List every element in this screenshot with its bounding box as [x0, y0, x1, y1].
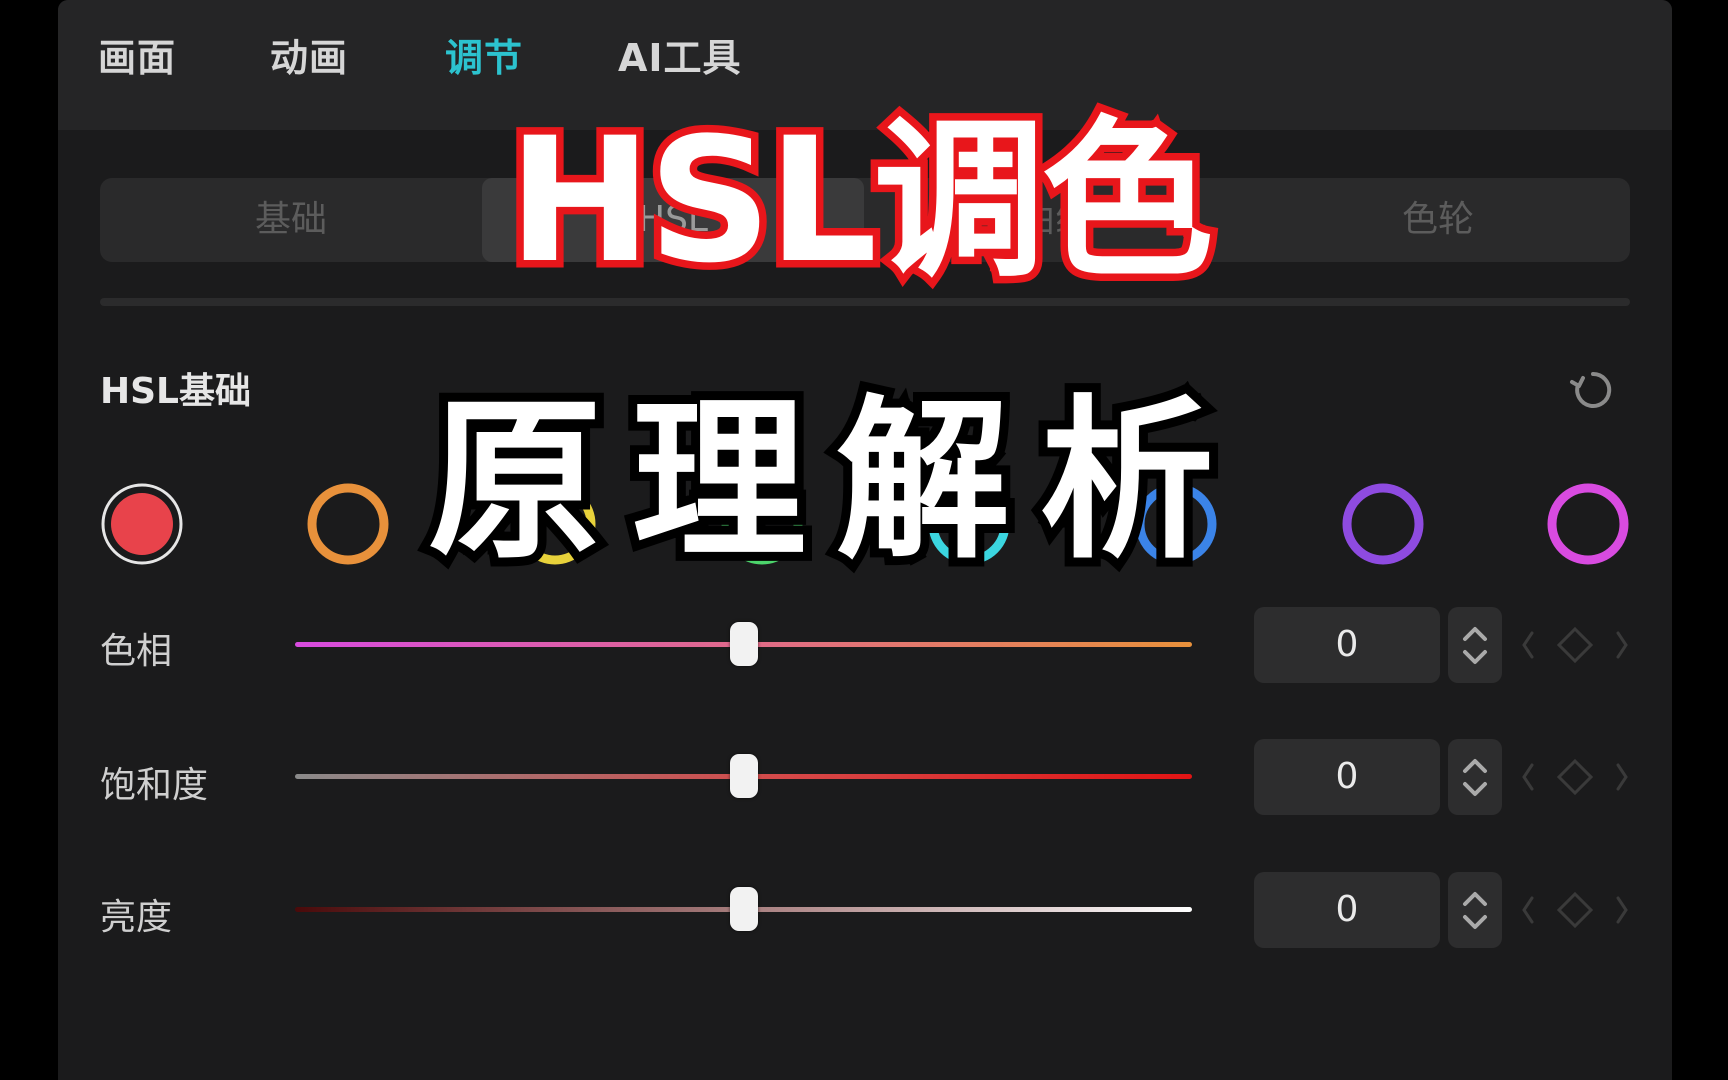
swatch-red[interactable]: [100, 482, 184, 566]
saturation-slider-knob[interactable]: [729, 754, 758, 798]
hue-value-input[interactable]: 0: [1254, 607, 1440, 683]
lightness-label: 亮度: [100, 897, 173, 938]
overlay-subtitle: 原理解析: [419, 373, 1245, 591]
section-title: HSL基础: [100, 371, 251, 412]
hue-keyframe-controls[interactable]: [1520, 625, 1630, 665]
tab-animation[interactable]: 动画: [270, 34, 348, 82]
hue-slider-knob[interactable]: [729, 622, 758, 666]
tab-adjust[interactable]: 调节: [445, 34, 523, 82]
overlay-title: HSL调色: [500, 98, 1220, 303]
hue-label: 色相: [100, 631, 173, 672]
reset-icon[interactable]: [1568, 365, 1618, 415]
swatch-magenta[interactable]: [1546, 482, 1630, 566]
sub-tab-basic[interactable]: 基础: [100, 178, 482, 262]
lightness-slider-knob[interactable]: [729, 887, 758, 931]
swatch-orange[interactable]: [306, 482, 390, 566]
hue-stepper-arrows-icon[interactable]: [1448, 607, 1502, 683]
lightness-value-input[interactable]: 0: [1254, 872, 1440, 948]
lightness-stepper-arrows-icon[interactable]: [1448, 872, 1502, 948]
saturation-value-input[interactable]: 0: [1254, 739, 1440, 815]
lightness-keyframe-controls[interactable]: [1520, 890, 1630, 930]
tab-ai-tools[interactable]: AI工具: [618, 34, 742, 82]
tab-picture[interactable]: 画面: [98, 34, 176, 82]
swatch-purple[interactable]: [1341, 482, 1425, 566]
saturation-keyframe-controls[interactable]: [1520, 757, 1630, 797]
saturation-stepper-arrows-icon[interactable]: [1448, 739, 1502, 815]
sub-tab-color-wheel[interactable]: 色轮: [1246, 178, 1630, 262]
saturation-label: 饱和度: [100, 765, 209, 806]
